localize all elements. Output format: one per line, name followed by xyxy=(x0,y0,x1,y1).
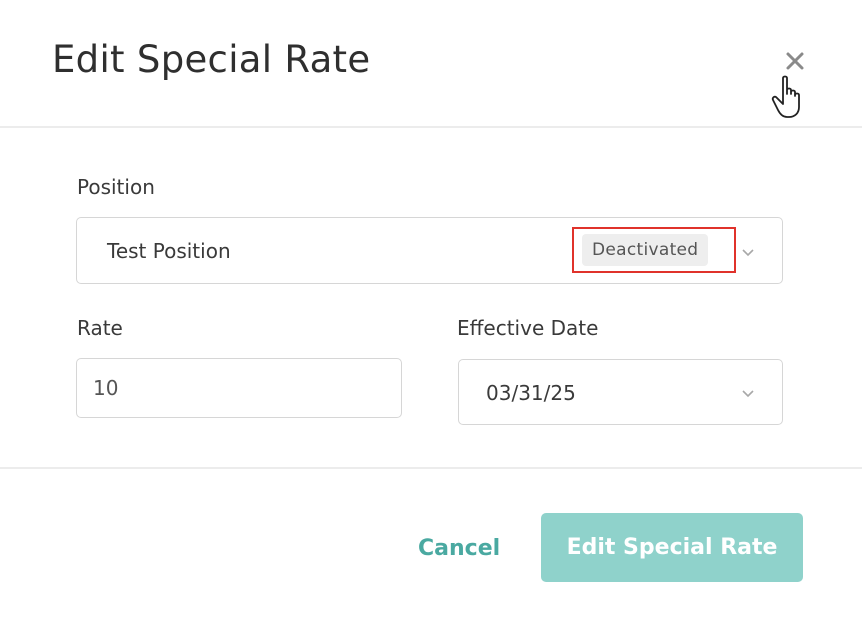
position-label: Position xyxy=(77,175,155,199)
dialog-header: Edit Special Rate xyxy=(0,0,862,128)
highlight-annotation-box xyxy=(572,227,736,273)
edit-special-rate-button[interactable]: Edit Special Rate xyxy=(541,513,803,582)
footer-divider xyxy=(0,467,862,469)
close-icon xyxy=(786,52,804,70)
cancel-button[interactable]: Cancel xyxy=(412,526,506,570)
chevron-down-icon xyxy=(742,249,754,257)
edit-special-rate-dialog: Edit Special Rate Position Test Position… xyxy=(0,0,862,618)
chevron-down-icon xyxy=(742,390,754,398)
close-button[interactable] xyxy=(778,44,812,78)
rate-label: Rate xyxy=(77,316,123,340)
effective-date-label: Effective Date xyxy=(457,316,599,340)
position-value: Test Position xyxy=(107,239,231,263)
effective-date-value: 03/31/25 xyxy=(486,381,576,405)
effective-date-select[interactable]: 03/31/25 xyxy=(458,359,783,425)
rate-input-wrapper xyxy=(76,358,402,418)
dialog-title: Edit Special Rate xyxy=(52,38,371,81)
rate-input[interactable] xyxy=(77,359,401,417)
hand-pointer-cursor-icon xyxy=(771,75,800,118)
